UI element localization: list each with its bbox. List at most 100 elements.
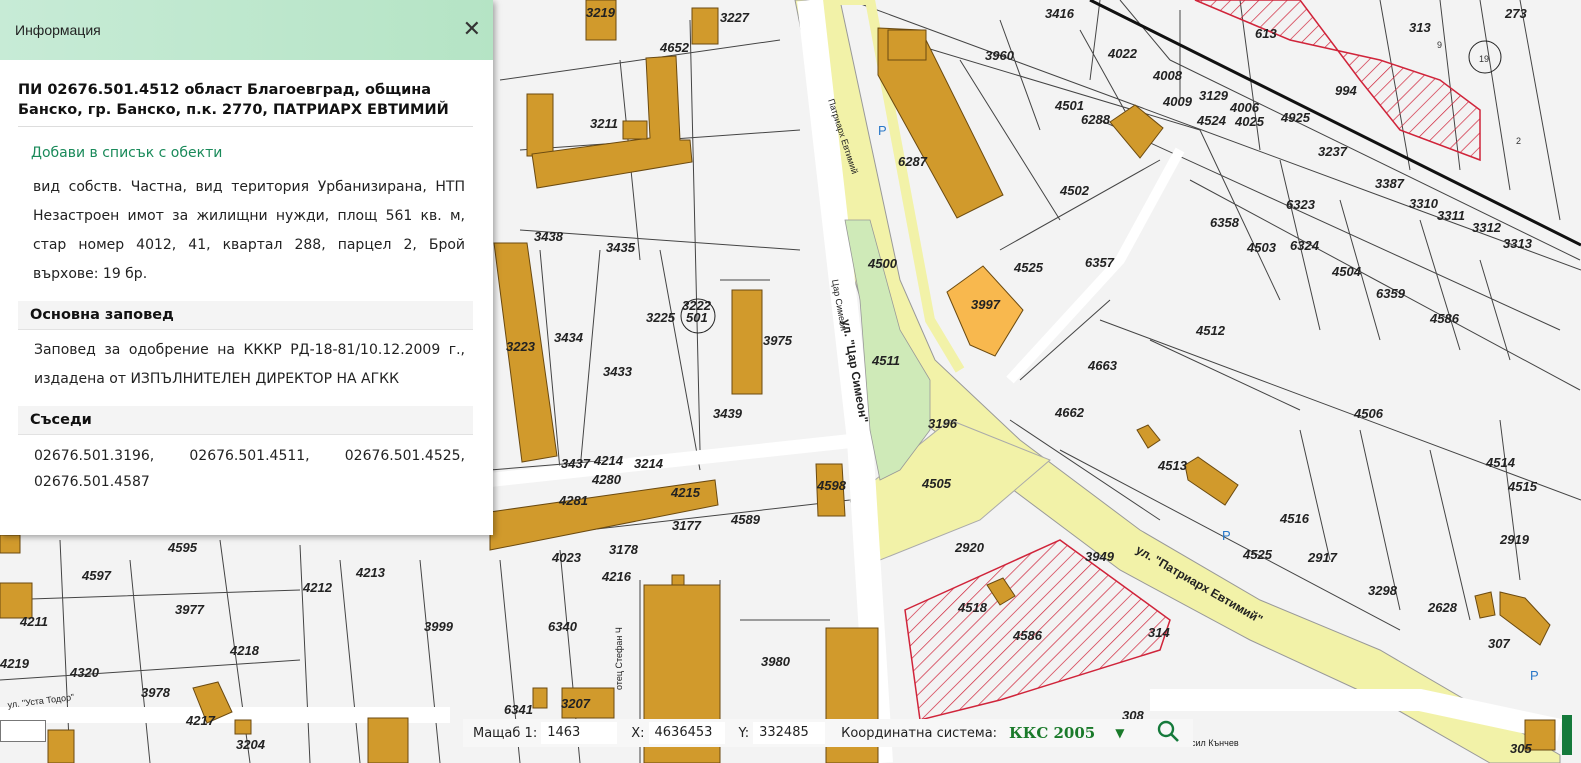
parcel-number-label: 3225 [646,310,676,325]
parcel-number-label: 4662 [1054,405,1085,420]
scale-input[interactable]: 1463 [541,722,618,744]
neighbour-item[interactable]: 02676.501.4511, [189,443,309,469]
parcel-number-label: 4525 [1242,547,1273,562]
parcel-number-label: 613 [1255,26,1277,41]
parcel-number-label: 3223 [506,339,536,354]
parcel-number-label: 4006 [1229,100,1260,115]
parcel-number-label: 4008 [1152,68,1183,83]
parcel-number-label: 4217 [185,713,216,728]
parcel-number-label: 3416 [1045,6,1075,21]
parcel-number-label: 314 [1148,625,1170,640]
parcel-number-label: 2917 [1307,550,1338,565]
parcel-number-label: 4595 [167,540,198,555]
parcel-number-label: 4213 [355,565,386,580]
parcel-number-label: 4219 [0,656,30,671]
parcel-number-label: 3435 [606,240,636,255]
parcel-number-label: 6340 [548,619,578,634]
close-icon[interactable]: ✕ [463,19,481,41]
parcel-number-label: 3214 [634,456,664,471]
side-tool-tab[interactable] [1562,715,1572,755]
neighbour-item[interactable]: 02676.501.3196, [34,443,154,469]
parcel-number-label: 3311 [1437,208,1465,223]
parcel-number-label: 2 [1516,136,1521,146]
parcel-number-label: 2919 [1499,532,1530,547]
parcel-number-label: 6323 [1286,197,1316,212]
parcel-number-label: 3975 [763,333,793,348]
parcel-number-label: 3949 [1085,549,1115,564]
parcel-number-label: 3129 [1199,88,1229,103]
parcel-number-label: 4281 [558,493,588,508]
parcel-title: ПИ 02676.501.4512 област Благоевград, об… [18,80,473,127]
parcel-number-label: 4280 [591,472,622,487]
parcel-number-label: 6359 [1376,286,1406,301]
parcel-number-label: 3999 [424,619,454,634]
parcel-number-label: 3178 [609,542,639,557]
parcel-number-label: 3960 [985,48,1015,63]
parcel-number-label: 3437 [561,456,591,471]
svg-text:P: P [1222,528,1231,543]
parcel-number-label: 3310 [1409,196,1439,211]
parcel-number-label: 3978 [141,685,171,700]
parcel-number-label: 3204 [236,737,266,752]
parcel-number-label: 3313 [1503,236,1533,251]
parcel-number-label: 3207 [561,696,591,711]
svg-text:P: P [1530,668,1539,683]
parcel-number-label: 6357 [1085,255,1115,270]
parcel-number-label: 19 [1479,54,1489,64]
neighbour-item[interactable]: 02676.501.4525, [345,443,465,469]
parcel-number-label: 501 [686,310,708,325]
parcel-number-label: 3997 [971,297,1001,312]
add-to-list-link[interactable]: Добави в списък с обекти [31,145,473,161]
parcel-number-label: 4518 [957,600,988,615]
map-overview-box[interactable] [0,720,46,742]
parcel-number-label: 4516 [1279,511,1310,526]
order-heading: Основна заповед [18,301,473,330]
parcel-number-label: 4663 [1087,358,1118,373]
parcel-number-label: 4211 [19,614,48,629]
search-icon[interactable] [1156,719,1180,747]
parcel-number-label: 4501 [1054,98,1084,113]
parcel-number-label: 4214 [593,453,624,468]
info-panel-body: ПИ 02676.501.4512 област Благоевград, об… [0,60,493,495]
parcel-number-label: 3387 [1375,176,1405,191]
parcel-number-label: 6288 [1081,112,1111,127]
parcel-number-label: 3312 [1472,220,1502,235]
parcel-number-label: 4503 [1246,240,1277,255]
parcel-number-label: 3439 [713,406,743,421]
parcel-number-label: 4504 [1331,264,1362,279]
parcel-number-label: 4597 [81,568,112,583]
parcel-number-label: 4009 [1162,94,1193,109]
parcel-number-label: 4511 [871,353,900,368]
parcel-number-label: 3237 [1318,144,1348,159]
parcel-number-label: 3433 [603,364,633,379]
parcel-number-label: 4515 [1507,479,1538,494]
parcel-number-label: 3227 [720,10,750,25]
info-panel-header: Информация ✕ [0,0,493,60]
parcel-number-label: 4320 [69,665,100,680]
parcel-number-label: 4925 [1280,110,1311,125]
street-name-label: отец Стефан Ч [614,627,624,690]
parcel-number-label: 9 [1437,40,1442,50]
parcel-description: вид собств. Частна, вид територия Урбани… [33,179,465,282]
x-label: X: [631,725,645,741]
parcel-number-label: 6341 [504,702,533,717]
parcel-number-label: 2920 [954,540,985,555]
parcel-number-label: 2628 [1427,600,1458,615]
y-coordinate-value: 332485 [753,722,826,744]
parcel-number-label: 4025 [1234,114,1265,129]
parcel-number-label: 4512 [1195,323,1226,338]
chevron-down-icon[interactable]: ▼ [1115,726,1124,740]
crs-label: Координатна система: [841,725,998,741]
parcel-number-label: 4525 [1013,260,1044,275]
parcel-number-label: 4502 [1059,183,1090,198]
parcel-number-label: 307 [1488,636,1510,651]
neighbour-item[interactable]: 02676.501.4587 [34,474,150,490]
info-panel: Информация ✕ ПИ 02676.501.4512 област Бл… [0,0,493,535]
parcel-number-label: 4586 [1429,311,1460,326]
parcel-number-label: 4506 [1353,406,1384,421]
crs-select[interactable]: ККС 2005 [1009,724,1095,742]
parcel-number-label: 4652 [659,40,690,55]
parcel-number-label: 4586 [1012,628,1043,643]
parcel-number-label: 4215 [670,485,701,500]
parcel-number-label: 6287 [898,154,928,169]
